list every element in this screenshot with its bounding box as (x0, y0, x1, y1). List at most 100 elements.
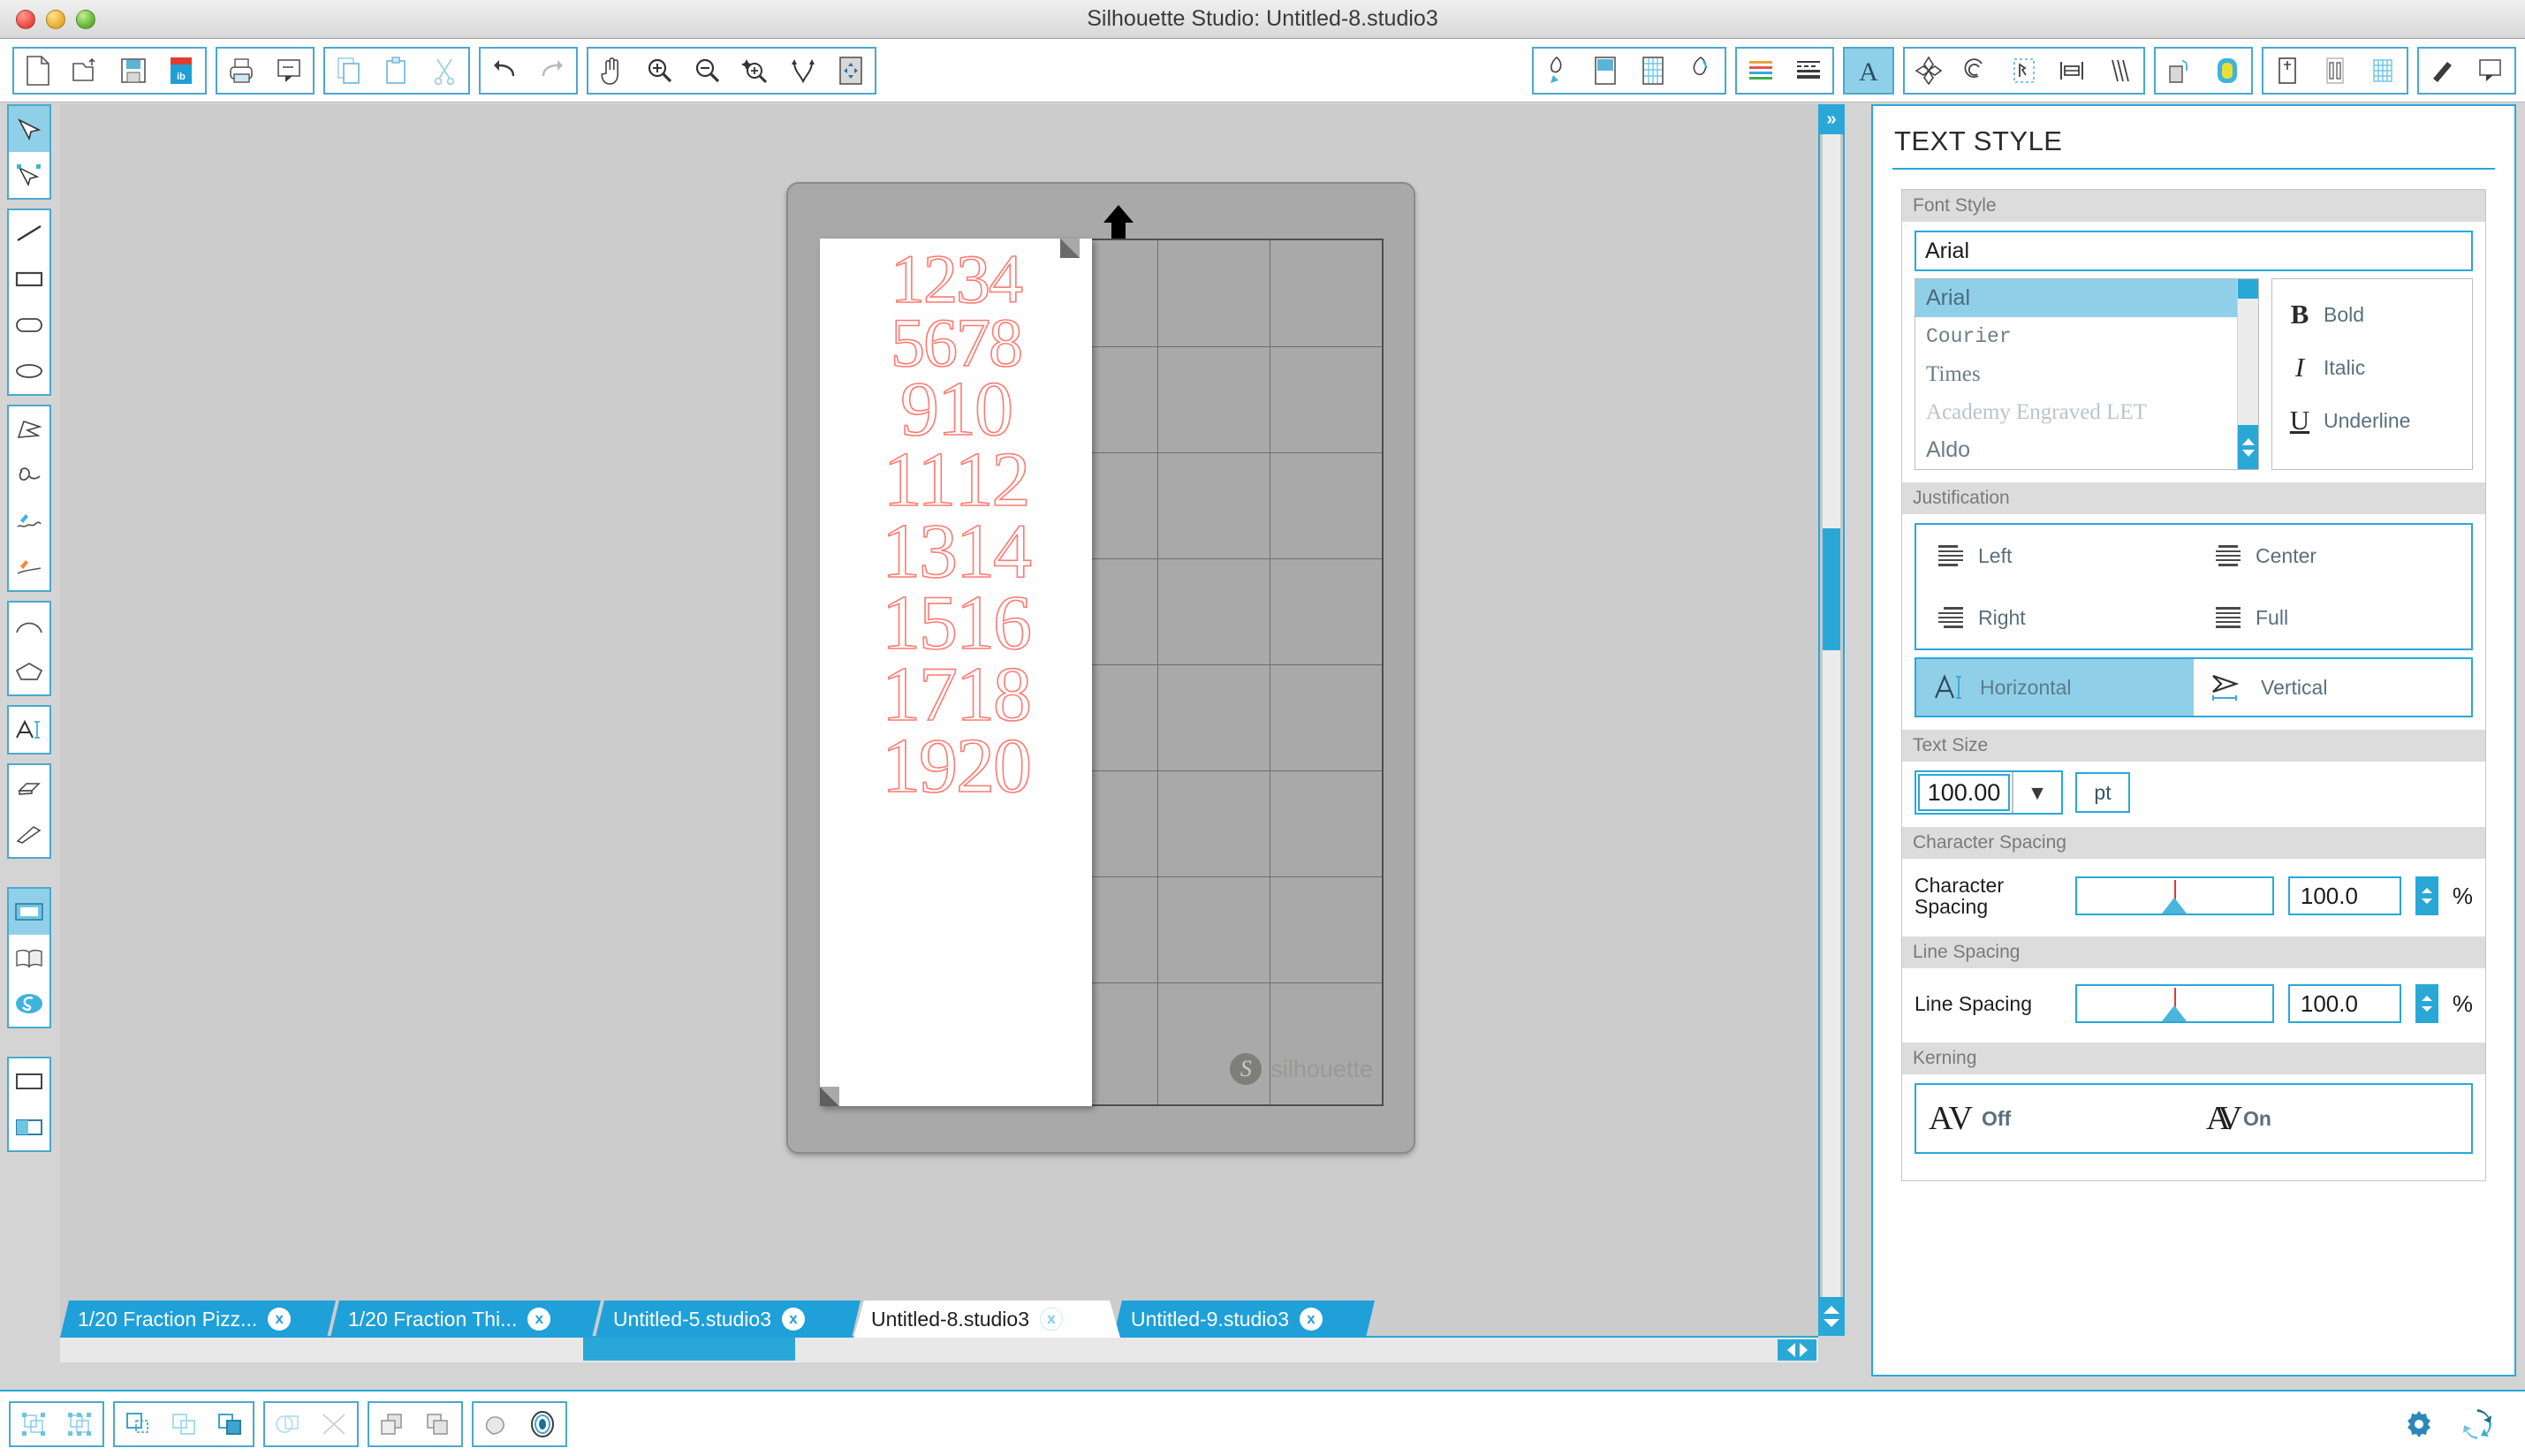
arrow-select-icon[interactable] (9, 106, 49, 152)
font-list[interactable]: Arial Courier Times Academy Engraved LET… (1915, 278, 2259, 470)
font-list-scrollbar[interactable] (2237, 279, 2258, 469)
grid-icon[interactable] (2359, 49, 2407, 93)
canvas-horizontal-scrollbar[interactable] (60, 1336, 1818, 1362)
offset-icon[interactable] (1953, 49, 2000, 93)
page-setup-icon[interactable] (1581, 49, 1629, 93)
save-disk-icon[interactable] (110, 49, 157, 93)
split-view-icon[interactable] (9, 1104, 49, 1150)
line-style-icon[interactable] (1785, 49, 1832, 93)
printer-icon[interactable] (217, 49, 265, 93)
text-tool-icon[interactable] (9, 707, 49, 753)
open-folder-icon[interactable] (62, 49, 110, 93)
offset-rings-icon[interactable] (519, 1403, 565, 1445)
close-icon[interactable]: x (1040, 1308, 1063, 1331)
text-horizontal-button[interactable]: Horizontal (1916, 659, 2194, 716)
arc-tool-icon[interactable] (9, 603, 49, 648)
sync-refresh-icon[interactable] (2460, 1407, 2495, 1442)
justify-right-button[interactable]: Right (1916, 587, 2194, 648)
sketch-pen-icon[interactable] (2263, 49, 2311, 93)
design-numbers-group[interactable]: 1234 5678 910 1112 1314 1516 1718 1920 (820, 239, 1092, 803)
rounded-rectangle-tool-icon[interactable] (9, 302, 49, 348)
close-icon[interactable]: x (527, 1308, 550, 1331)
underline-toggle[interactable]: U Underline (2286, 394, 2472, 447)
shadow-icon[interactable] (474, 1403, 519, 1445)
freehand-tool-icon[interactable] (9, 498, 49, 544)
zoom-selection-icon[interactable] (732, 49, 779, 93)
library-book-icon[interactable] (9, 935, 49, 981)
line-color-icon[interactable] (1737, 49, 1785, 93)
eraser-tool-icon[interactable] (9, 765, 49, 811)
library-store-icon[interactable]: ib (157, 49, 205, 93)
vscroll-arrows[interactable] (1820, 1297, 1843, 1336)
ungroup-icon[interactable] (57, 1403, 102, 1445)
single-view-icon[interactable] (9, 1058, 49, 1104)
transform-icon[interactable] (1905, 49, 1953, 93)
document-tab[interactable]: 1/20 Fraction Thi... x (330, 1301, 601, 1338)
paste-icon[interactable] (373, 49, 421, 93)
ellipse-tool-icon[interactable] (9, 348, 49, 394)
zoom-out-icon[interactable] (684, 49, 732, 93)
bring-to-front-icon[interactable] (369, 1403, 415, 1445)
curve-tool-icon[interactable] (9, 452, 49, 498)
double-chevron-right-icon[interactable]: » (1820, 104, 1843, 134)
align-icon[interactable] (2048, 49, 2096, 93)
copy-icon[interactable] (325, 49, 373, 93)
font-name-input[interactable]: Arial (1915, 231, 2473, 271)
close-icon[interactable]: x (782, 1308, 805, 1331)
polygon-tool-icon[interactable] (9, 406, 49, 452)
text-size-input[interactable]: 100.00 (1918, 774, 2010, 811)
knife-icon[interactable] (2311, 49, 2359, 93)
new-document-icon[interactable] (14, 49, 62, 93)
send-to-back-icon[interactable] (415, 1403, 461, 1445)
character-spacing-input[interactable]: 100.0 (2288, 876, 2401, 915)
rectangle-tool-icon[interactable] (9, 256, 49, 302)
fill-gradient-icon[interactable] (2203, 49, 2251, 93)
group-icon[interactable] (11, 1403, 57, 1445)
line-tool-icon[interactable] (9, 210, 49, 256)
design-page-icon[interactable] (9, 889, 49, 935)
slider-knob[interactable] (2162, 1005, 2187, 1021)
design-page-sheet[interactable]: 1234 5678 910 1112 1314 1516 1718 1920 (820, 239, 1092, 1106)
kerning-off-button[interactable]: AV Off (1916, 1085, 2194, 1152)
font-list-scroll-thumb[interactable] (2238, 279, 2258, 299)
make-compound-path-icon[interactable] (115, 1403, 161, 1445)
design-canvas[interactable]: S silhouette 1234 5678 910 1112 1314 151… (60, 104, 1818, 1336)
line-spacing-stepper[interactable] (2415, 984, 2438, 1023)
bold-toggle[interactable]: B Bold (2286, 288, 2472, 341)
text-style-icon[interactable]: A (1845, 49, 1892, 93)
send-to-silhouette-icon[interactable] (265, 49, 313, 93)
hscroll-thumb[interactable] (583, 1338, 795, 1361)
font-list-item-aldo[interactable]: Aldo (1915, 431, 2258, 469)
vscroll-track[interactable] (1823, 134, 1840, 1297)
vscroll-thumb[interactable] (1823, 528, 1840, 650)
line-spacing-input[interactable]: 100.0 (2288, 984, 2401, 1023)
character-spacing-slider[interactable] (2075, 876, 2274, 915)
line-spacing-slider[interactable] (2075, 984, 2274, 1023)
replicate-icon[interactable] (2096, 49, 2143, 93)
kerning-on-button[interactable]: AV On (2194, 1085, 2471, 1152)
font-list-scroll-arrows[interactable] (2238, 425, 2258, 469)
send-panel-icon[interactable] (2467, 49, 2514, 93)
document-tab[interactable]: Untitled-5.studio3 x (595, 1301, 861, 1338)
knife-tool-icon[interactable] (9, 811, 49, 857)
regular-polygon-tool-icon[interactable] (9, 648, 49, 694)
justify-full-button[interactable]: Full (2194, 587, 2471, 648)
release-compound-path-icon[interactable] (161, 1403, 207, 1445)
document-tab[interactable]: Untitled-9.studio3 x (1113, 1301, 1375, 1338)
subtract-icon[interactable] (311, 1403, 357, 1445)
triangle-down-icon[interactable]: ▼ (2012, 772, 2061, 813)
document-tab[interactable]: 1/20 Fraction Pizz... x (60, 1301, 336, 1338)
gear-icon[interactable] (2401, 1407, 2437, 1442)
canvas-vertical-scrollbar[interactable]: » (1818, 104, 1845, 1336)
trace-icon[interactable] (2000, 49, 2048, 93)
document-tab-active[interactable]: Untitled-8.studio3 x (853, 1301, 1120, 1338)
scissors-cut-icon[interactable] (421, 49, 468, 93)
justify-left-button[interactable]: Left (1916, 525, 2194, 587)
close-icon[interactable]: x (268, 1308, 291, 1331)
close-icon[interactable]: x (1300, 1308, 1323, 1331)
justify-center-button[interactable]: Center (2194, 525, 2471, 587)
pen-holder-icon[interactable] (2419, 49, 2467, 93)
fill-color-icon[interactable] (2156, 49, 2203, 93)
text-size-spinner[interactable]: 100.00 ▼ (1915, 770, 2063, 815)
hand-pan-icon[interactable] (588, 49, 636, 93)
